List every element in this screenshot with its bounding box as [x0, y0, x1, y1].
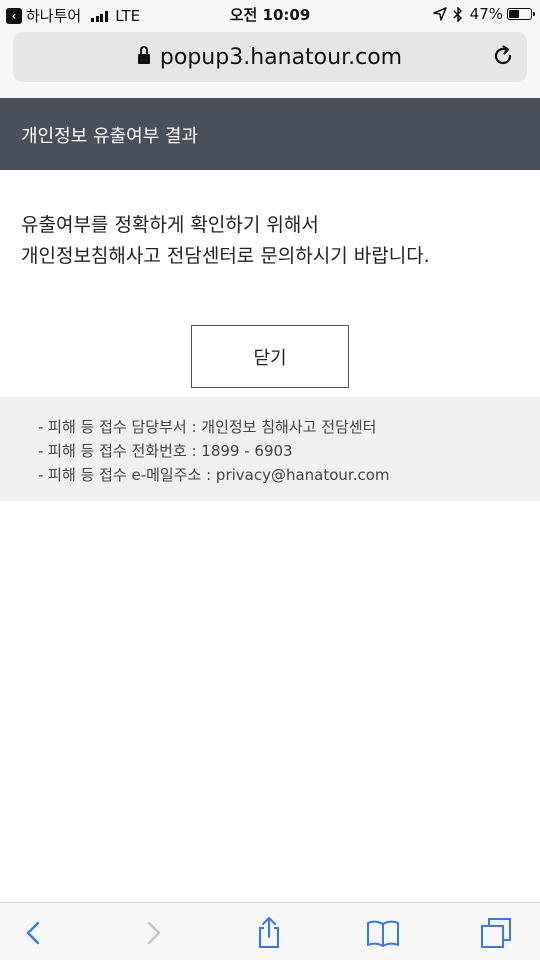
browser-toolbar [0, 902, 540, 960]
status-bar: ‹ 하나투어 LTE 오전 10:09 47% [0, 0, 540, 28]
share-icon[interactable] [251, 915, 287, 951]
message-line-1: 유출여부를 정확하게 확인하기 위해서 [21, 214, 319, 236]
status-right: 47% [432, 5, 535, 23]
browser-address-area: popup3.hanatour.com [0, 28, 540, 98]
info-email: - 피해 등 접수 e-메일주소 : privacy@hanatour.com [38, 466, 390, 484]
address-bar[interactable]: popup3.hanatour.com [13, 32, 527, 82]
bluetooth-icon [453, 6, 462, 22]
close-button[interactable]: 닫기 [191, 325, 349, 388]
result-message: 유출여부를 정확하게 확인하기 위해서 개인정보침해사고 전담센터로 문의하시기… [21, 210, 519, 272]
reload-icon[interactable] [491, 44, 515, 68]
location-arrow-icon [432, 7, 447, 21]
info-phone: - 피해 등 접수 전화번호 : 1899 - 6903 [38, 442, 293, 460]
info-department: - 피해 등 접수 담당부서 : 개인정보 침해사고 전담센터 [38, 418, 377, 436]
lock-icon [137, 46, 150, 65]
page-title: 개인정보 유출여부 결과 [21, 126, 199, 147]
url-text: popup3.hanatour.com [159, 45, 403, 70]
message-line-2: 개인정보침해사고 전담센터로 문의하시기 바랍니다. [21, 245, 430, 267]
page-header: 개인정보 유출여부 결과 [0, 98, 540, 170]
forward-arrow-icon[interactable] [135, 915, 171, 951]
url-display[interactable]: popup3.hanatour.com [13, 45, 527, 70]
battery-icon [507, 8, 535, 20]
battery-percentage: 47% [469, 5, 503, 23]
tabs-icon[interactable] [478, 915, 514, 951]
bookmarks-icon[interactable] [365, 915, 401, 951]
contact-info-box: - 피해 등 접수 담당부서 : 개인정보 침해사고 전담센터 - 피해 등 접… [0, 397, 540, 501]
back-arrow-icon[interactable] [16, 915, 52, 951]
